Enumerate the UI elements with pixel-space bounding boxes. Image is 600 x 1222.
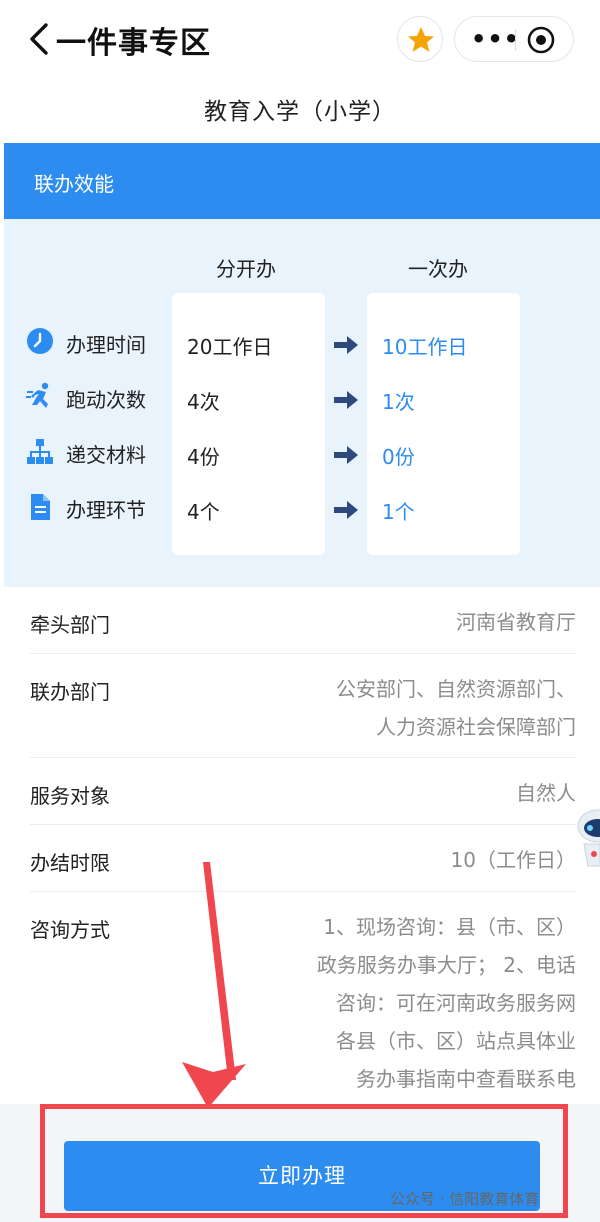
detail-key: 咨询方式 [30, 918, 110, 942]
section-header: 联办效能 [4, 143, 600, 219]
before-value: 20工作日 [187, 335, 273, 359]
page-title: 教育入学（小学） [204, 99, 396, 125]
star-icon [408, 27, 434, 52]
detail-value: 1、现场咨询：县（市、区） 政务服务办事大厅； 2、电话 咨询：可在河南政务服务… [317, 908, 576, 1107]
detail-item: 联办部门 公安部门、自然资源部门、 人力资源社会保障部门 [30, 654, 576, 758]
detail-value-line: 1、现场咨询：县（市、区） [323, 915, 576, 939]
before-value: 4次 [187, 390, 220, 414]
after-value: 1次 [382, 390, 415, 414]
comparison-panel: 分开办 一次办 办理时间 20工作日 10工作日 跑动次数 4次 1次 递交材料… [4, 219, 600, 587]
detail-item: 办结时限 10（工作日） [30, 825, 576, 892]
detail-value-line: 各县（市、区）站点具体业 [336, 1029, 576, 1053]
detail-key: 牵头部门 [30, 613, 110, 637]
detail-value: 公安部门、自然资源部门、 人力资源社会保障部门 [336, 670, 576, 746]
column-title-before: 分开办 [216, 257, 276, 281]
navbar: 一件事专区 ••• [0, 0, 600, 80]
row-label: 办理时间 [66, 333, 146, 357]
detail-value-line: 10（工作日） [450, 848, 576, 872]
watermark: 公众号 · 信阳教育体育 [390, 1190, 540, 1208]
nav-title: 一件事专区 [56, 26, 211, 61]
row-label: 办理环节 [66, 498, 146, 522]
row-label: 跑动次数 [66, 388, 146, 412]
arrow-right-icon [334, 446, 358, 464]
detail-value-line: 咨询：可在河南政务服务网 [336, 991, 576, 1015]
org-chart-icon [27, 439, 53, 464]
detail-value: 河南省教育厅 [456, 603, 576, 641]
arrow-right-icon [334, 336, 358, 354]
target-icon[interactable] [526, 25, 556, 55]
arrow-right-icon [334, 501, 358, 519]
chevron-left-icon[interactable] [26, 22, 56, 56]
detail-value: 10（工作日） [451, 841, 576, 879]
detail-value-line: 河南省教育厅 [456, 610, 576, 634]
favorite-button[interactable] [397, 16, 443, 62]
before-value: 4份 [187, 445, 220, 469]
detail-value-line: 政务服务办事大厅； 2、电话 [316, 953, 576, 977]
after-value: 0份 [382, 445, 415, 469]
more-icon[interactable]: ••• [471, 25, 520, 53]
before-value: 4个 [187, 500, 220, 524]
arrow-right-icon [334, 391, 358, 409]
menu-capsule: ••• [454, 16, 574, 62]
after-value: 1个 [382, 500, 415, 524]
detail-value-line: 务办事指南中查看联系电 [356, 1067, 576, 1091]
detail-key: 办结时限 [30, 851, 110, 875]
section-title: 联办效能 [34, 172, 114, 196]
detail-list: 牵头部门 河南省教育厅 联办部门 公安部门、自然资源部门、 人力资源社会保障部门… [4, 587, 600, 1107]
after-value: 10工作日 [382, 335, 468, 359]
detail-value-line: 自然人 [516, 781, 576, 805]
detail-value-line: 公安部门、自然资源部门、 [336, 677, 576, 701]
detail-item: 咨询方式 1、现场咨询：县（市、区） 政务服务办事大厅； 2、电话 咨询：可在河… [30, 892, 576, 1107]
column-title-after: 一次办 [408, 257, 468, 281]
detail-item: 牵头部门 河南省教育厅 [30, 587, 576, 654]
robot-assistant-icon[interactable] [574, 808, 600, 872]
capsule-divider [515, 29, 516, 51]
detail-key: 联办部门 [30, 680, 110, 704]
detail-key: 服务对象 [30, 784, 110, 808]
clock-icon [27, 328, 53, 354]
detail-value: 自然人 [516, 774, 576, 812]
document-icon [31, 494, 50, 520]
detail-item: 服务对象 自然人 [30, 758, 576, 825]
row-label: 递交材料 [66, 443, 146, 467]
running-icon [26, 382, 49, 408]
detail-value-line: 人力资源社会保障部门 [376, 715, 576, 739]
